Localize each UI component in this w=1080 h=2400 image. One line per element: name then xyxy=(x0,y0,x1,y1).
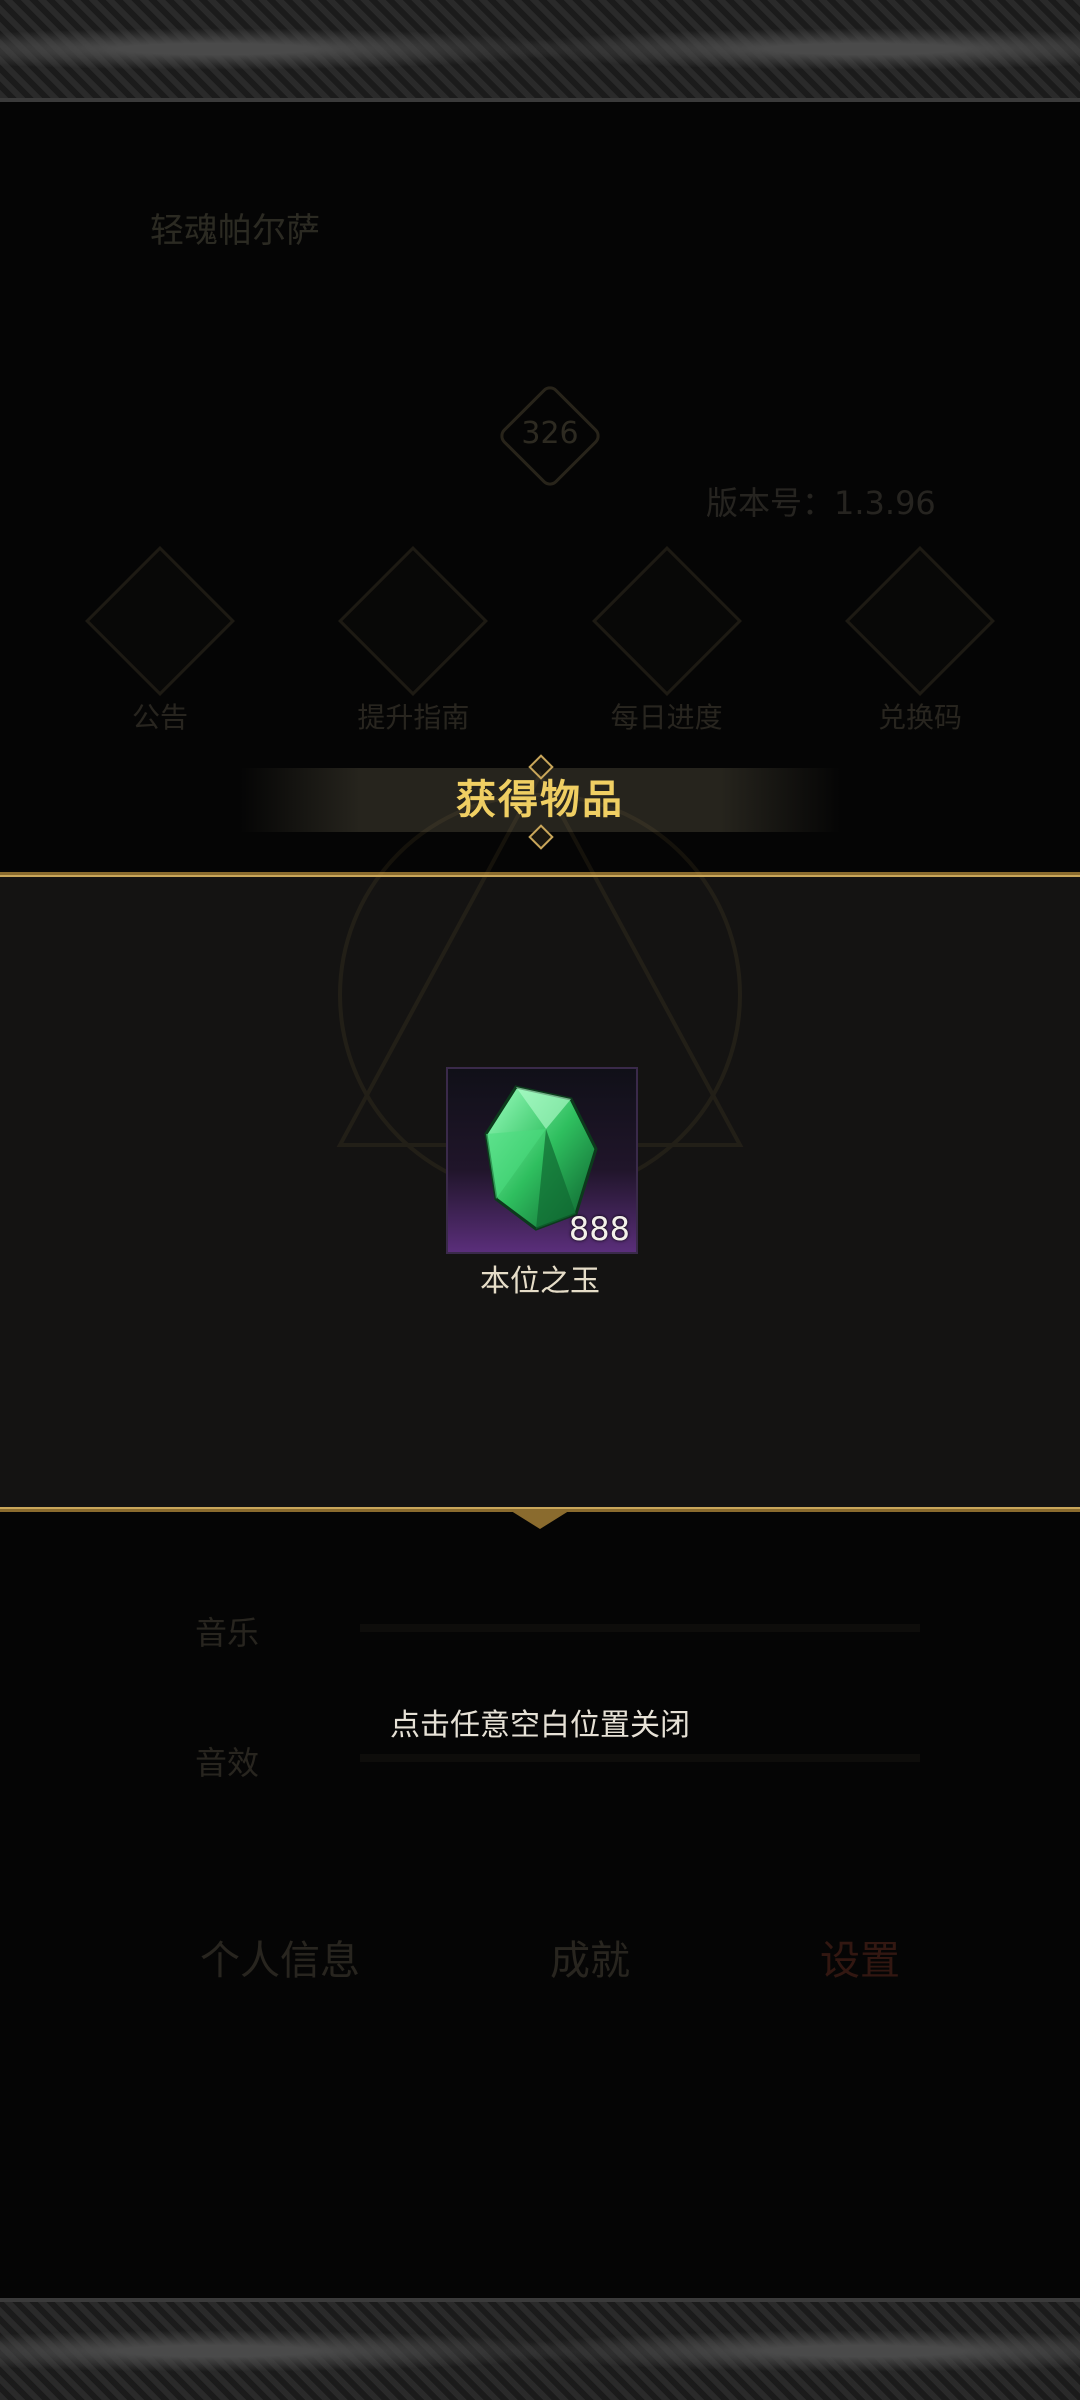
sound-label: 音效 xyxy=(195,1744,260,1782)
qr-code-icon xyxy=(845,546,995,696)
bottom-frame-ornament xyxy=(0,2298,1080,2400)
compass-icon xyxy=(338,546,489,696)
sound-slider[interactable] xyxy=(360,1754,920,1762)
calendar-icon xyxy=(591,546,742,696)
level-text: 326 xyxy=(521,416,579,451)
close-hint[interactable]: 点击任意空白位置关闭 xyxy=(340,1700,740,1744)
music-label: 音乐 xyxy=(195,1614,260,1652)
reward-item-slot[interactable]: 888 xyxy=(446,1067,638,1254)
daily-progress-button[interactable]: 每日进度 xyxy=(567,546,767,736)
item-count: 888 xyxy=(568,1210,630,1248)
guide-button[interactable]: 提升指南 xyxy=(313,546,513,736)
icon-label: 兑换码 xyxy=(877,701,962,734)
icon-label: 公告 xyxy=(131,701,188,734)
music-slider[interactable] xyxy=(360,1624,920,1632)
speaker-icon xyxy=(85,546,235,696)
tab-personal-info[interactable]: 个人信息 xyxy=(200,1928,360,1986)
version-text: 版本号：1.3.96 xyxy=(706,484,936,522)
top-frame-ornament xyxy=(0,0,1080,102)
player-name: 轻魂帕尔萨 xyxy=(150,211,320,251)
tab-settings[interactable]: 设置 xyxy=(820,1928,900,1986)
panel-bottom-ornament xyxy=(508,1509,572,1533)
bottom-tabs: 个人信息 成就 设置 xyxy=(200,1928,900,1986)
tab-achievements[interactable]: 成就 xyxy=(550,1928,630,1986)
feature-icon-row: 公告 提升指南 每日进度 兑换码 xyxy=(60,546,1020,736)
icon-label: 提升指南 xyxy=(357,701,470,734)
announcement-button[interactable]: 公告 xyxy=(60,546,260,736)
icon-label: 每日进度 xyxy=(610,701,723,734)
item-name: 本位之玉 xyxy=(480,1264,600,1299)
redeem-code-button[interactable]: 兑换码 xyxy=(820,546,1020,736)
